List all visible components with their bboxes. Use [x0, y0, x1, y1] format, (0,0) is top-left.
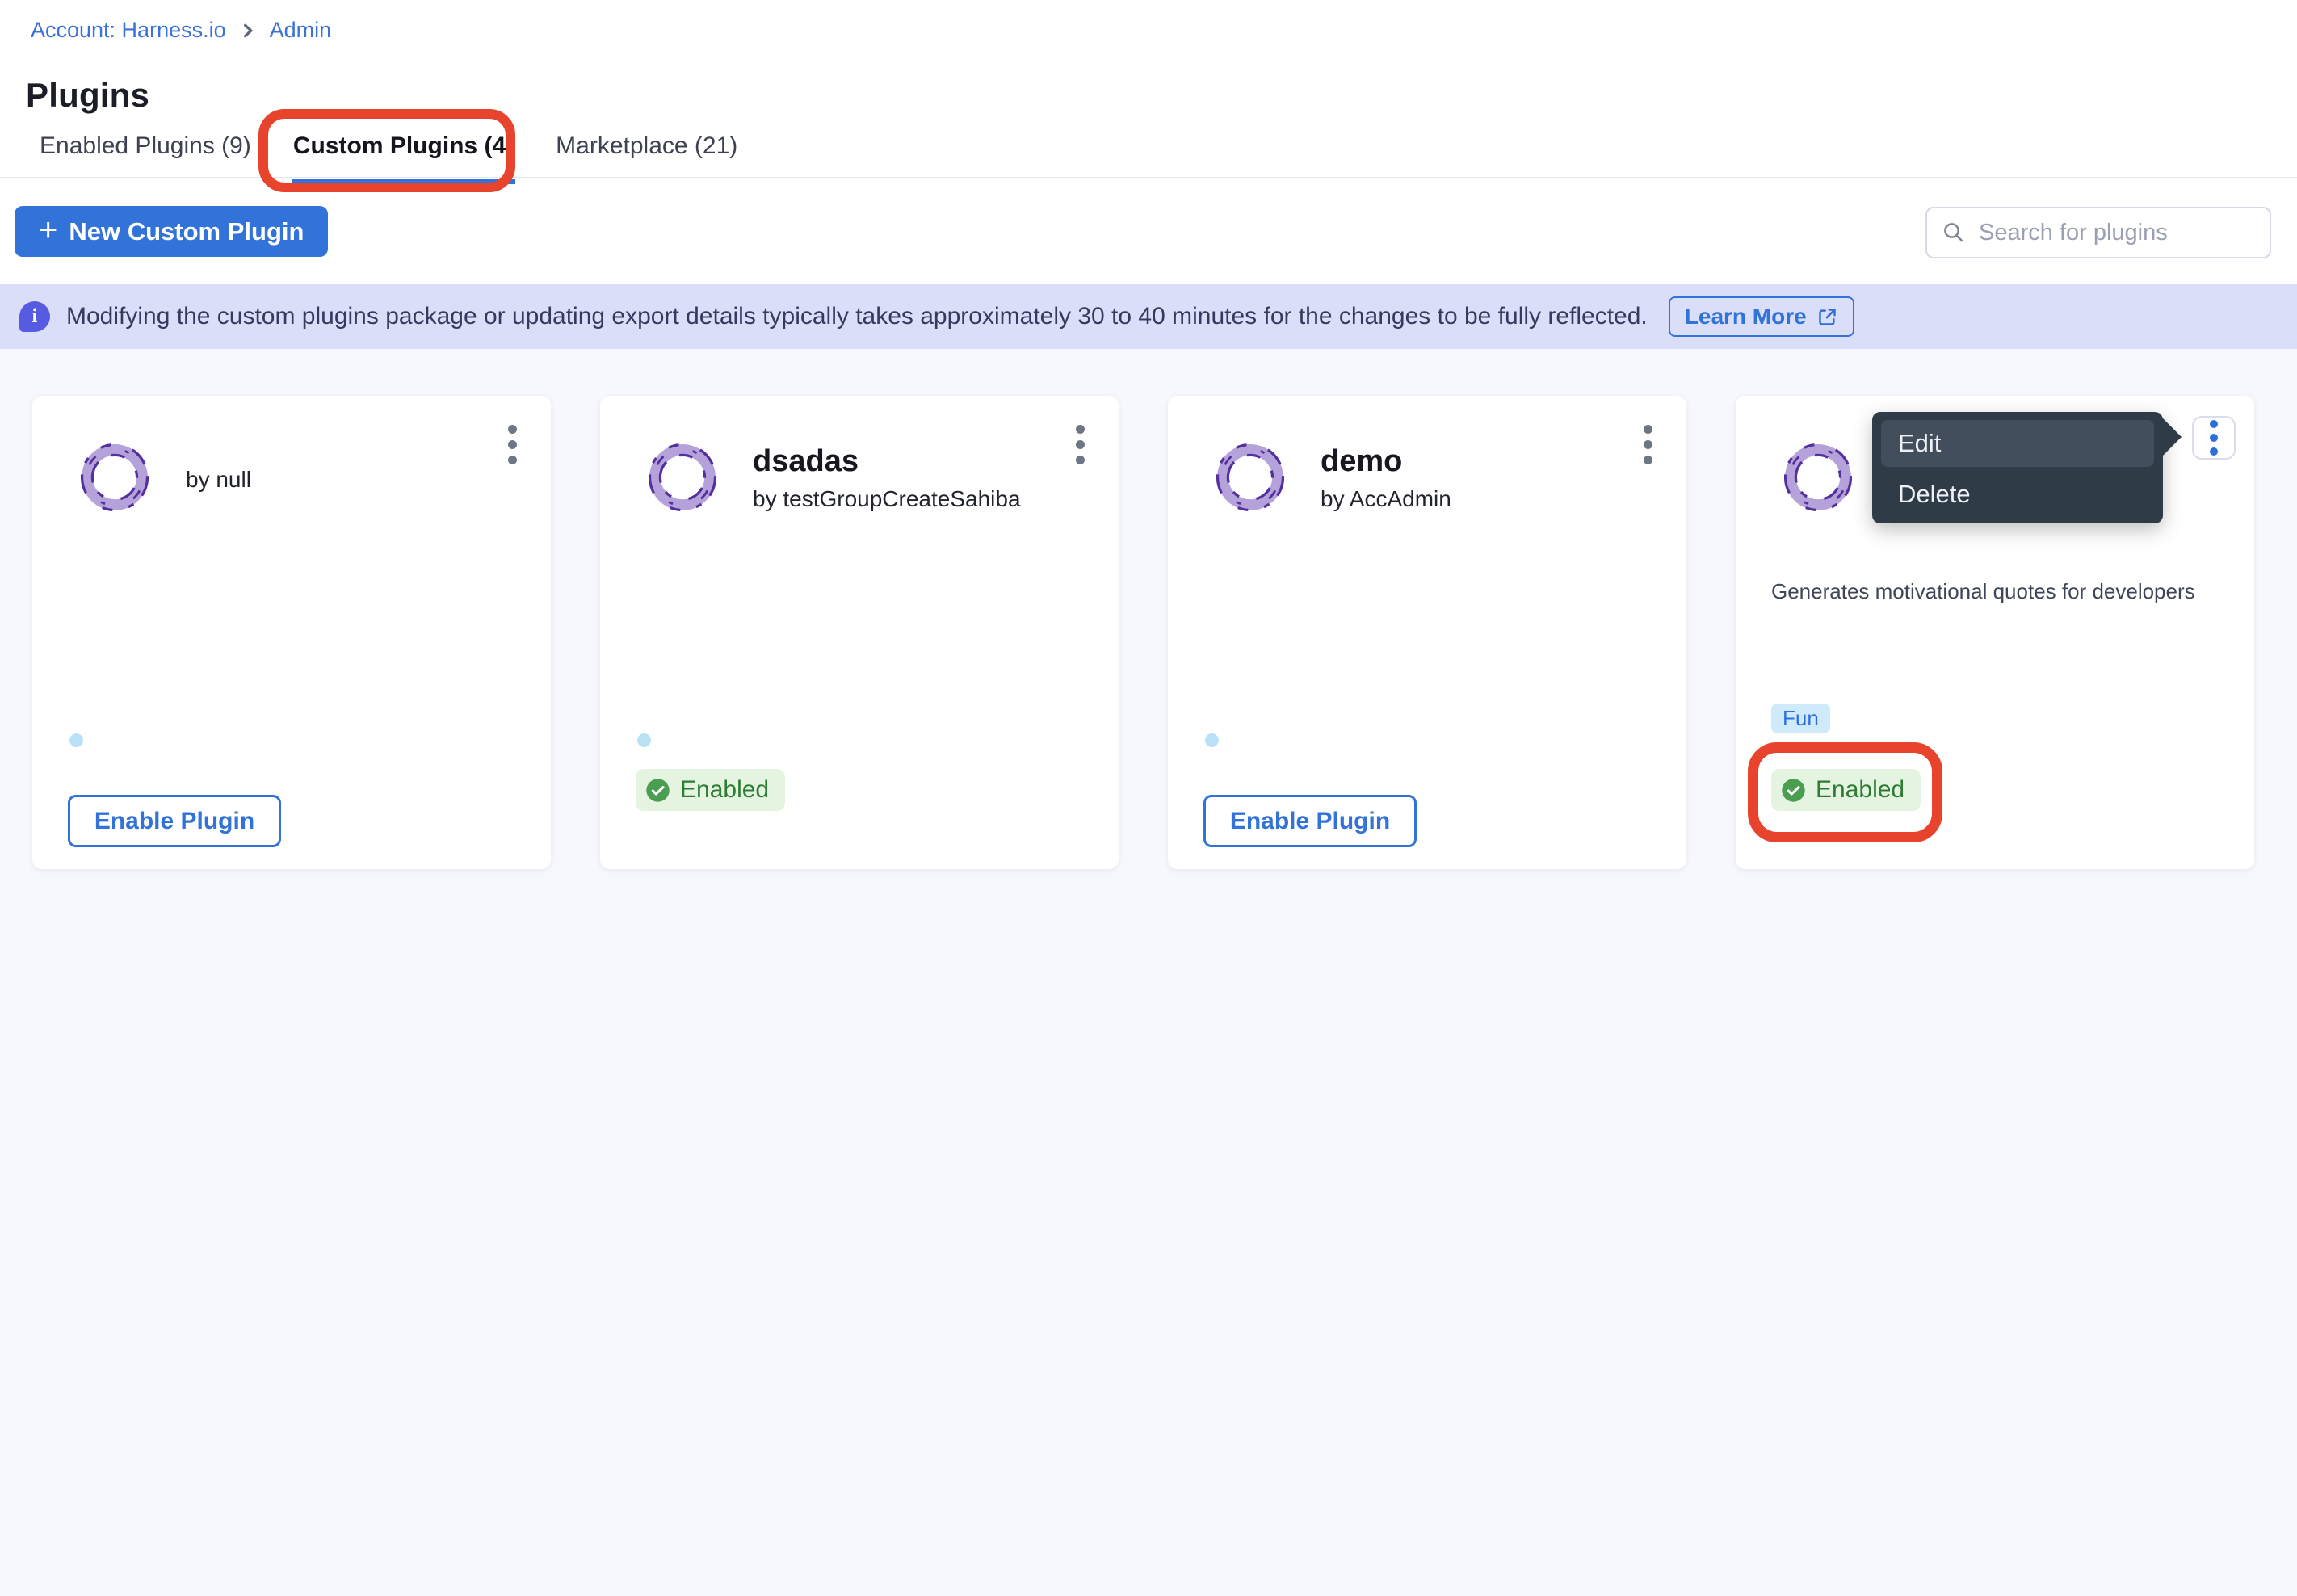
fun-tag: Fun: [1771, 704, 1830, 733]
chevron-right-icon: [239, 22, 257, 40]
new-custom-plugin-button[interactable]: + New Custom Plugin: [15, 206, 328, 257]
enable-plugin-button[interactable]: Enable Plugin: [68, 795, 281, 847]
tab-marketplace[interactable]: Marketplace (21): [554, 128, 739, 184]
tab-custom-plugins[interactable]: Custom Plugins (4): [292, 128, 515, 184]
plugin-author: by testGroupCreateSahiba: [753, 486, 1021, 512]
kebab-menu-icon[interactable]: [1636, 423, 1659, 466]
context-menu-arrow: [2162, 418, 2182, 456]
tag-dot: [637, 733, 651, 747]
kebab-menu-icon[interactable]: [501, 423, 523, 466]
plugin-description: Generates motivational quotes for develo…: [1771, 579, 2236, 604]
plugin-logo-icon: [78, 440, 152, 514]
search-input[interactable]: [1977, 219, 2285, 247]
search-icon: [1942, 220, 1966, 245]
tabs-divider: [0, 177, 2297, 178]
context-menu-item-delete[interactable]: Delete: [1898, 473, 1971, 515]
tab-enabled-plugins[interactable]: Enabled Plugins (9): [38, 128, 253, 184]
plugin-author: by null: [186, 467, 251, 493]
external-link-icon: [1816, 306, 1838, 328]
info-banner: i Modifying the custom plugins package o…: [0, 284, 2297, 349]
plugin-title: demo: [1321, 444, 1402, 479]
enable-plugin-button[interactable]: Enable Plugin: [1203, 795, 1417, 847]
tag-dot: [69, 733, 83, 747]
plus-icon: +: [39, 214, 57, 246]
plugin-logo-icon: [645, 440, 720, 514]
breadcrumb: Account: Harness.io Admin: [31, 18, 331, 43]
plugin-logo-icon: [1213, 440, 1287, 514]
context-menu: Edit Delete: [1872, 412, 2163, 523]
learn-more-button[interactable]: Learn More: [1669, 296, 1854, 337]
check-circle-icon: [1781, 778, 1806, 803]
kebab-menu-button-active[interactable]: [2192, 416, 2236, 460]
search-box: [1925, 207, 2271, 258]
check-circle-icon: [645, 778, 670, 803]
plugin-card: by null Enable Plugin: [32, 396, 551, 869]
banner-text: Modifying the custom plugins package or …: [66, 303, 1648, 330]
plugin-logo-icon: [1781, 440, 1855, 514]
enabled-status-badge: Enabled: [636, 769, 785, 811]
plugin-card: dsadas by testGroupCreateSahiba Enabled: [600, 396, 1119, 869]
plugin-title: dsadas: [753, 444, 859, 479]
tag-dot: [1205, 733, 1219, 747]
plugin-card: demo by AccAdmin Enable Plugin: [1168, 396, 1686, 869]
enabled-status-badge: Enabled: [1771, 769, 1921, 811]
page-title: Plugins: [26, 76, 149, 115]
plugin-author: by AccAdmin: [1321, 486, 1451, 512]
context-menu-item-edit[interactable]: Edit: [1881, 420, 2154, 467]
info-icon: i: [19, 301, 50, 332]
breadcrumb-admin-link[interactable]: Admin: [270, 18, 332, 43]
kebab-menu-icon[interactable]: [1069, 423, 1091, 466]
breadcrumb-account-link[interactable]: Account: Harness.io: [31, 18, 226, 43]
tab-bar: Enabled Plugins (9) Custom Plugins (4) M…: [38, 128, 739, 184]
